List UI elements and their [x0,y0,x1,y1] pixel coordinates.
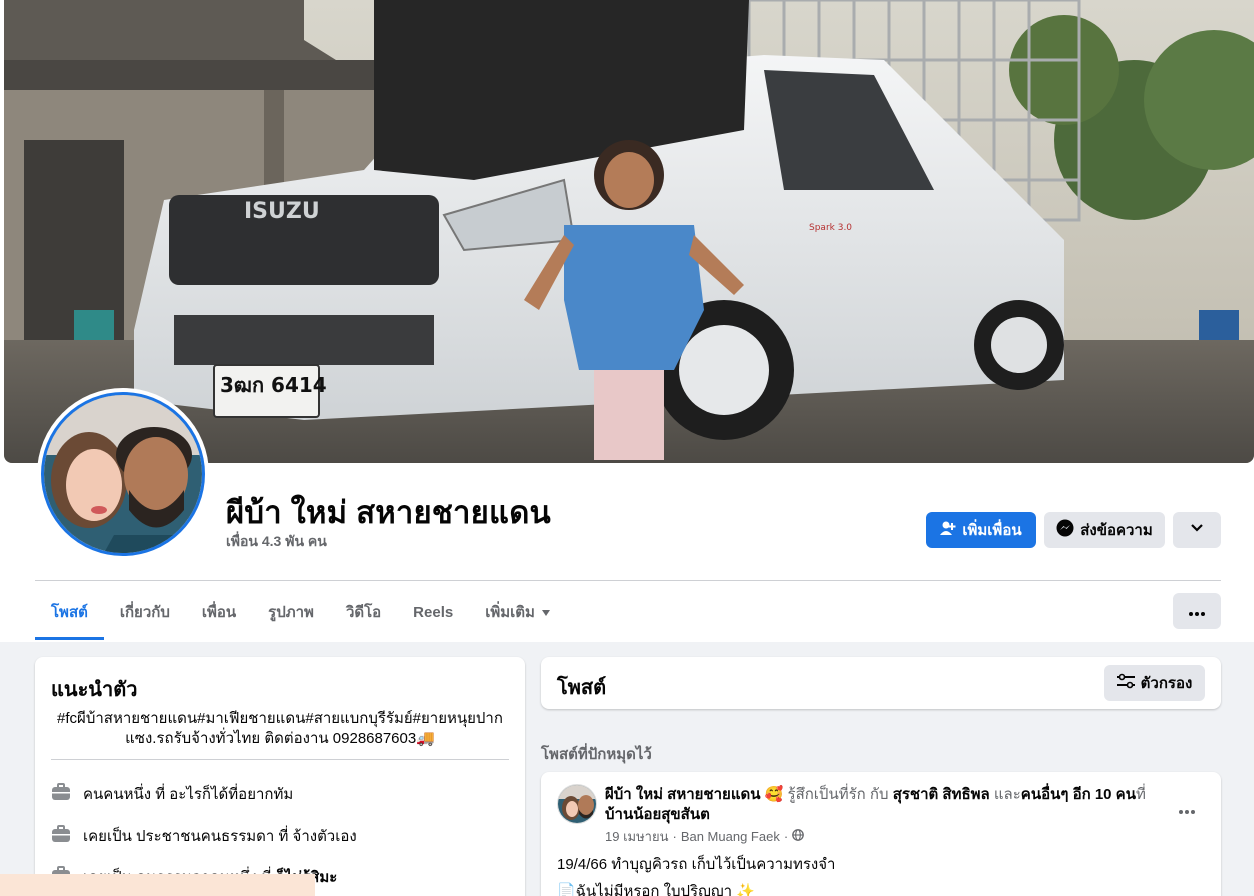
caret-down-icon [541,604,551,621]
feeling-emoji: 🥰 [764,786,784,803]
post-meta: 19 เมษายน · Ban Muang Faek · [605,826,805,847]
chevron-down-icon [1190,521,1204,539]
cover-photo[interactable]: ISUZU 3ฒก 6414 Spark 3.0 [4,0,1254,463]
truck-brand: ISUZU [244,199,320,224]
friend-count[interactable]: เพื่อน 4.3 พัน คน [226,531,327,553]
profile-more-dropdown[interactable] [1173,512,1221,548]
tab-label: Reels [413,603,454,621]
license-plate: 3ฒก 6414 [220,373,327,397]
message-button[interactable]: ส่งข้อความ [1044,512,1165,548]
tab-label: เพื่อน [201,604,237,621]
meta-separator: · [783,829,789,844]
feeling-text: รู้สึกเป็นที่รัก กับ [787,786,889,803]
tab-posts[interactable]: โพสต์ [35,584,104,640]
briefcase-icon [51,825,71,847]
tagged-others[interactable]: คนอื่นๆ อีก 10 คน [1021,786,1136,803]
overlay-strip [0,874,315,896]
tab-photos[interactable]: รูปภาพ [252,584,330,640]
tab-about[interactable]: เกี่ยวกับ [104,584,186,640]
add-friend-label: เพิ่มเพื่อน [962,522,1022,539]
pinned-post-card: ผีบ้า ใหม่ สหายชายแดน 🥰 รู้สึกเป็นที่รัก… [541,772,1221,896]
globe-icon [792,829,805,844]
post-date[interactable]: 19 เมษายน [605,826,668,847]
post-text-line: 19/4/66 ทำบุญคิวรถ เก็บไว้เป็นความทรงจำ [557,856,836,873]
filter-icon [1116,673,1135,693]
post-author-name[interactable]: ผีบ้า ใหม่ สหายชายแดน [605,786,760,803]
tab-label: โพสต์ [51,604,88,621]
post-options-button[interactable] [1169,790,1205,826]
profile-name: ผีบ้า ใหม่ สหายชายแดน [226,495,551,530]
post-author-avatar[interactable] [557,784,597,824]
post-place[interactable]: บ้านน้อยสุขสันต [605,806,710,823]
intro-prefix: เคยเป็น ประชาชนคนธรรมดา ที่ [83,828,293,845]
tab-reels[interactable]: Reels [397,584,469,640]
message-label: ส่งข้อความ [1080,522,1153,539]
tab-more[interactable]: เพิ่มเติม [469,584,567,640]
tagged-person[interactable]: สุรชาติ สิทธิพล [893,786,990,803]
bio-line: #fcผีบ้าสหายชายแดน#มาเฟียชายแดน#สายแบกบุ… [57,710,503,727]
intro-card: แนะนำตัว #fcผีบ้าสหายชายแดน#มาเฟียชายแดน… [35,657,525,896]
and-text: และ [993,786,1021,803]
bio-line: แซง.รถรับจ้างทั่วไทย ติดต่องาน 092868760… [125,730,435,747]
briefcase-icon [51,783,71,805]
tab-label: เกี่ยวกับ [119,604,170,621]
intro-work-text: คนคนหนึ่ง ที่ อะไรก็ได้ที่อยากทัม [83,782,293,806]
intro-value[interactable]: จ้างตัวเอง [293,828,357,845]
more-dots-icon [1179,797,1195,820]
intro-bio: #fcผีบ้าสหายชายแดน#มาเฟียชายแดน#สายแบกบุ… [51,709,509,749]
messenger-icon [1056,519,1074,541]
tab-friends[interactable]: เพื่อน [186,584,252,640]
post-location[interactable]: Ban Muang Faek [681,829,780,844]
intro-prefix: คนคนหนึ่ง ที่ [83,786,170,803]
tab-videos[interactable]: วิดีโอ [330,584,397,640]
meta-separator: · [672,829,677,844]
intro-value[interactable]: อะไรก็ได้ที่อยากทัม [169,786,293,803]
pinned-posts-label: โพสต์ที่ปักหมุดไว้ [541,746,652,763]
tab-label: เพิ่มเติม [485,604,535,621]
posts-title: โพสต์ [557,677,607,699]
filter-label: ตัวกรอง [1140,675,1193,692]
more-dots-icon [1189,603,1205,620]
tab-label: รูปภาพ [268,604,314,621]
intro-work-row: เคยเป็น ประชาชนคนธรรมดา ที่ จ้างตัวเอง [51,824,357,848]
filter-button[interactable]: ตัวกรอง [1104,665,1205,701]
post-text-line: 📄ฉันไม่มีหรอก ใบปริญญา ✨ [557,883,755,896]
add-friend-button[interactable]: เพิ่มเพื่อน [926,512,1036,548]
add-friend-icon [940,520,956,540]
post-header: ผีบ้า ใหม่ สหายชายแดน 🥰 รู้สึกเป็นที่รัก… [605,785,1165,825]
intro-work-row: คนคนหนึ่ง ที่ อะไรก็ได้ที่อยากทัม [51,782,293,806]
header-divider [35,580,1221,581]
truck-sticker: Spark 3.0 [809,223,852,233]
profile-tabs: โพสต์ เกี่ยวกับ เพื่อน รูปภาพ วิดีโอ Ree… [35,584,567,640]
intro-title: แนะนำตัว [51,679,138,701]
at-text: ที่ [1135,786,1146,803]
profile-avatar[interactable] [37,388,209,560]
posts-header-card: โพสต์ ตัวกรอง [541,657,1221,709]
tabs-more-button[interactable] [1173,593,1221,629]
intro-divider [51,759,509,760]
intro-work-text: เคยเป็น ประชาชนคนธรรมดา ที่ จ้างตัวเอง [83,824,357,848]
tab-label: วิดีโอ [345,604,382,621]
